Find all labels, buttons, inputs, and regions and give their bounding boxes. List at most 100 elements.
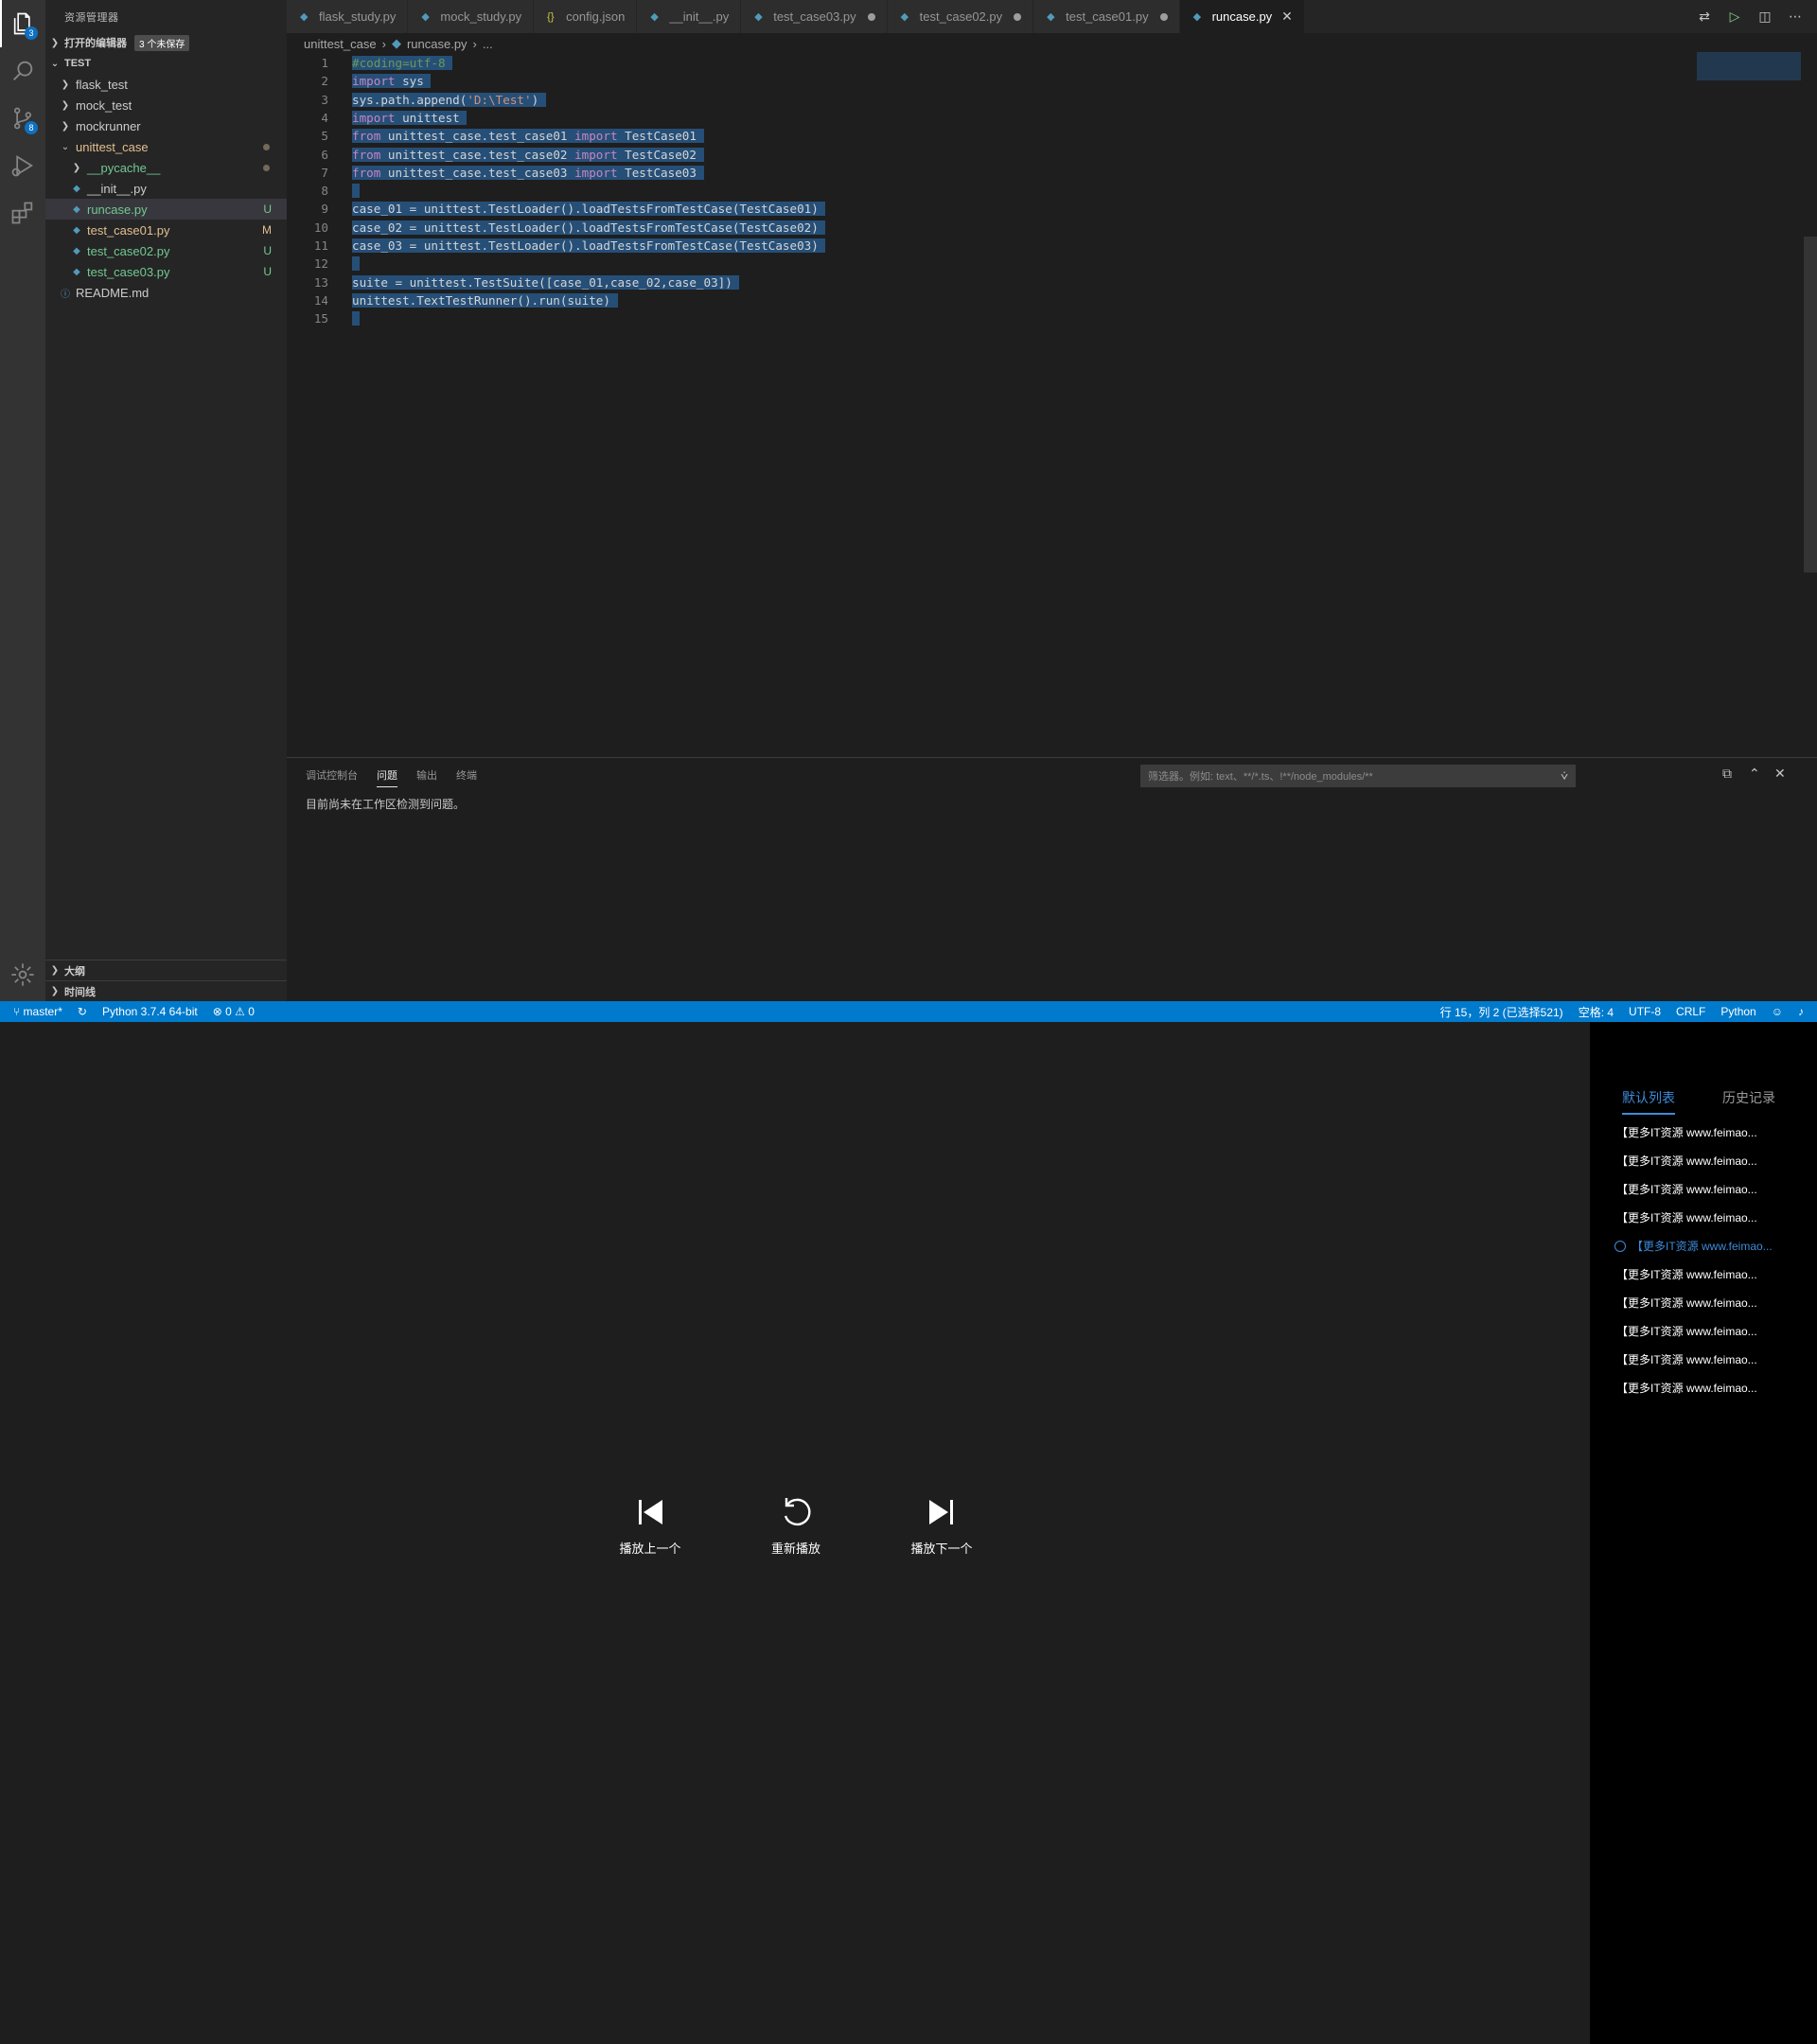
compare-icon[interactable]: ⇄ xyxy=(1696,9,1713,26)
scm-badge: 8 xyxy=(25,121,38,134)
prev-button[interactable]: 播放上一个 xyxy=(593,1495,707,1557)
workspace-section[interactable]: ⌄ TEST xyxy=(45,53,287,74)
tree-folder[interactable]: ⌄ unittest_case xyxy=(45,136,287,157)
more-actions-icon[interactable]: ⋯ xyxy=(1787,9,1804,26)
tab--init-py[interactable]: ◆ __init__.py xyxy=(637,0,742,33)
code-line[interactable]: 10 case_02 = unittest.TestLoader().loadTe… xyxy=(287,219,826,237)
collapse-all-icon[interactable]: ⧉ xyxy=(1722,766,1732,782)
playlist-item[interactable]: 【更多IT资源 www.feimao... xyxy=(1616,1380,1806,1399)
unsaved-dot-icon[interactable] xyxy=(1159,12,1168,21)
end-of-line[interactable]: CRLF xyxy=(1676,1005,1705,1018)
maximize-panel-icon[interactable]: ⌃ xyxy=(1749,766,1760,782)
breadcrumb-file[interactable]: runcase.py xyxy=(407,37,467,51)
code-line[interactable]: 12 xyxy=(287,255,360,273)
gear-icon[interactable] xyxy=(0,951,45,998)
code-line[interactable]: 2 import sys xyxy=(287,72,432,90)
tree-folder[interactable]: ❯ __pycache__ xyxy=(45,157,287,178)
panel-tab[interactable]: 终端 xyxy=(456,767,477,787)
problems-filter-input[interactable]: 筛选器。例如: text、**/*.ts、!**/node_modules/**… xyxy=(1140,765,1576,787)
playlist-item[interactable]: 【更多IT资源 www.feimao... xyxy=(1616,1209,1806,1228)
tab-mock-study-py[interactable]: ◆ mock_study.py xyxy=(408,0,535,33)
close-panel-icon[interactable]: ✕ xyxy=(1774,766,1786,782)
bell-icon[interactable]: ♪ xyxy=(1798,1005,1804,1018)
code-line[interactable]: 7 from unittest_case.test_case03 import T… xyxy=(287,164,704,182)
tree-file[interactable]: ◆ test_case03.py U xyxy=(45,261,287,282)
playlist-item[interactable]: 【更多IT资源 www.feimao... xyxy=(1614,1238,1804,1257)
code-line[interactable]: 9 case_01 = unittest.TestLoader().loadTes… xyxy=(287,200,826,218)
panel-tab[interactable]: 问题 xyxy=(377,767,397,787)
code-line[interactable]: 11 case_03 = unittest.TestLoader().loadTe… xyxy=(287,237,826,255)
minimap[interactable] xyxy=(1697,52,1801,80)
cursor-position[interactable]: 行 15，列 2 (已选择521) xyxy=(1440,1004,1563,1020)
tab-default-list[interactable]: 默认列表 xyxy=(1622,1088,1675,1115)
source-control-icon[interactable]: 8 xyxy=(0,95,45,142)
tab-test-case02-py[interactable]: ◆ test_case02.py xyxy=(887,0,1034,33)
code-editor[interactable]: 1 #coding=utf-8 2 import sys 3 sys.path.app… xyxy=(287,54,1801,757)
playlist-item[interactable]: 【更多IT资源 www.feimao... xyxy=(1616,1153,1806,1172)
explorer-icon[interactable]: 3 xyxy=(0,0,45,47)
close-icon[interactable]: ✕ xyxy=(1281,9,1293,25)
indentation[interactable]: 空格: 4 xyxy=(1579,1004,1614,1020)
search-icon[interactable] xyxy=(0,47,45,95)
tab-label: test_case03.py xyxy=(773,9,856,24)
tab-flask-study-py[interactable]: ◆ flask_study.py xyxy=(287,0,409,33)
extensions-icon[interactable] xyxy=(0,189,45,237)
language-mode[interactable]: Python xyxy=(1720,1005,1755,1018)
panel-tab[interactable]: 输出 xyxy=(416,767,437,787)
python-interpreter[interactable]: Python 3.7.4 64-bit xyxy=(102,1005,198,1018)
unsaved-dot-icon[interactable] xyxy=(1014,12,1022,21)
tree-file[interactable]: ◆ test_case01.py M xyxy=(45,220,287,240)
breadcrumb-more[interactable]: ... xyxy=(483,37,493,51)
code-line[interactable]: 5 from unittest_case.test_case01 import T… xyxy=(287,127,704,145)
playlist-item[interactable]: 【更多IT资源 www.feimao... xyxy=(1616,1266,1806,1285)
sync-icon[interactable]: ↻ xyxy=(78,1005,87,1018)
tab-test-case03-py[interactable]: ◆ test_case03.py xyxy=(741,0,888,33)
tree-folder[interactable]: ❯ mock_test xyxy=(45,95,287,115)
run-icon[interactable]: ▷ xyxy=(1726,9,1743,26)
panel-tab[interactable]: 调试控制台 xyxy=(306,767,358,787)
line-number: 7 xyxy=(321,165,328,180)
tree-file[interactable]: ◆ test_case02.py U xyxy=(45,240,287,261)
code-line[interactable]: 8 xyxy=(287,182,360,200)
code-line[interactable]: 6 from unittest_case.test_case02 import T… xyxy=(287,146,704,164)
problems-counter[interactable]: ⊗ 0 ⚠ 0 xyxy=(213,1005,255,1018)
python-icon: ◆ xyxy=(421,11,430,23)
breadcrumb-folder[interactable]: unittest_case xyxy=(304,37,377,51)
tab-test-case01-py[interactable]: ◆ test_case01.py xyxy=(1033,0,1180,33)
tree-folder[interactable]: ❯ flask_test xyxy=(45,74,287,95)
feedback-icon[interactable]: ☺ xyxy=(1772,1005,1783,1018)
replay-button[interactable]: 重新播放 xyxy=(739,1495,853,1557)
code-text xyxy=(352,255,360,273)
filter-icon[interactable]: ⩒ xyxy=(1561,768,1568,784)
tab-history[interactable]: 历史记录 xyxy=(1722,1088,1775,1115)
open-editors-section[interactable]: ❯ 打开的编辑器 3 个未保存 xyxy=(45,32,287,53)
playlist-item[interactable]: 【更多IT资源 www.feimao... xyxy=(1616,1124,1806,1143)
tab-runcase-py[interactable]: ◆ runcase.py ✕ xyxy=(1179,0,1305,33)
code-line[interactable]: 13 suite = unittest.TestSuite([case_01,ca… xyxy=(287,273,740,291)
timeline-section[interactable]: ❯ 时间线 xyxy=(45,980,287,1001)
playlist-item[interactable]: 【更多IT资源 www.feimao... xyxy=(1616,1295,1806,1313)
unsaved-dot-icon[interactable] xyxy=(867,12,875,21)
code-line[interactable]: 4 import unittest xyxy=(287,109,467,127)
editor-scrollbar[interactable] xyxy=(1804,237,1817,573)
encoding[interactable]: UTF-8 xyxy=(1629,1005,1661,1018)
playlist-item[interactable]: 【更多IT资源 www.feimao... xyxy=(1616,1181,1806,1200)
playlist-item[interactable]: 【更多IT资源 www.feimao... xyxy=(1616,1323,1806,1342)
next-button[interactable]: 播放下一个 xyxy=(885,1495,998,1557)
run-debug-icon[interactable] xyxy=(0,142,45,189)
video-area[interactable]: 播放上一个 重新播放 播放下一个 xyxy=(0,1022,1590,2044)
tree-file[interactable]: ◆ __init__.py xyxy=(45,178,287,199)
code-line[interactable]: 1 #coding=utf-8 xyxy=(287,54,453,72)
code-line[interactable]: 15 xyxy=(287,309,360,327)
tree-item-label: runcase.py xyxy=(87,202,148,217)
tree-folder[interactable]: ❯ mockrunner xyxy=(45,115,287,136)
tree-file[interactable]: ⓘ README.md xyxy=(45,282,287,303)
playlist-item[interactable]: 【更多IT资源 www.feimao... xyxy=(1616,1351,1806,1370)
split-editor-icon[interactable]: ◫ xyxy=(1756,9,1773,26)
outline-section[interactable]: ❯ 大纲 xyxy=(45,960,287,980)
code-line[interactable]: 3 sys.path.append('D:\Test') xyxy=(287,91,546,109)
branch-item[interactable]: ⑂ master* xyxy=(13,1005,62,1018)
tree-file[interactable]: ◆ runcase.py U xyxy=(45,199,287,220)
code-line[interactable]: 14 unittest.TextTestRunner().run(suite) xyxy=(287,291,618,309)
tab-config-json[interactable]: {} config.json xyxy=(534,0,638,33)
